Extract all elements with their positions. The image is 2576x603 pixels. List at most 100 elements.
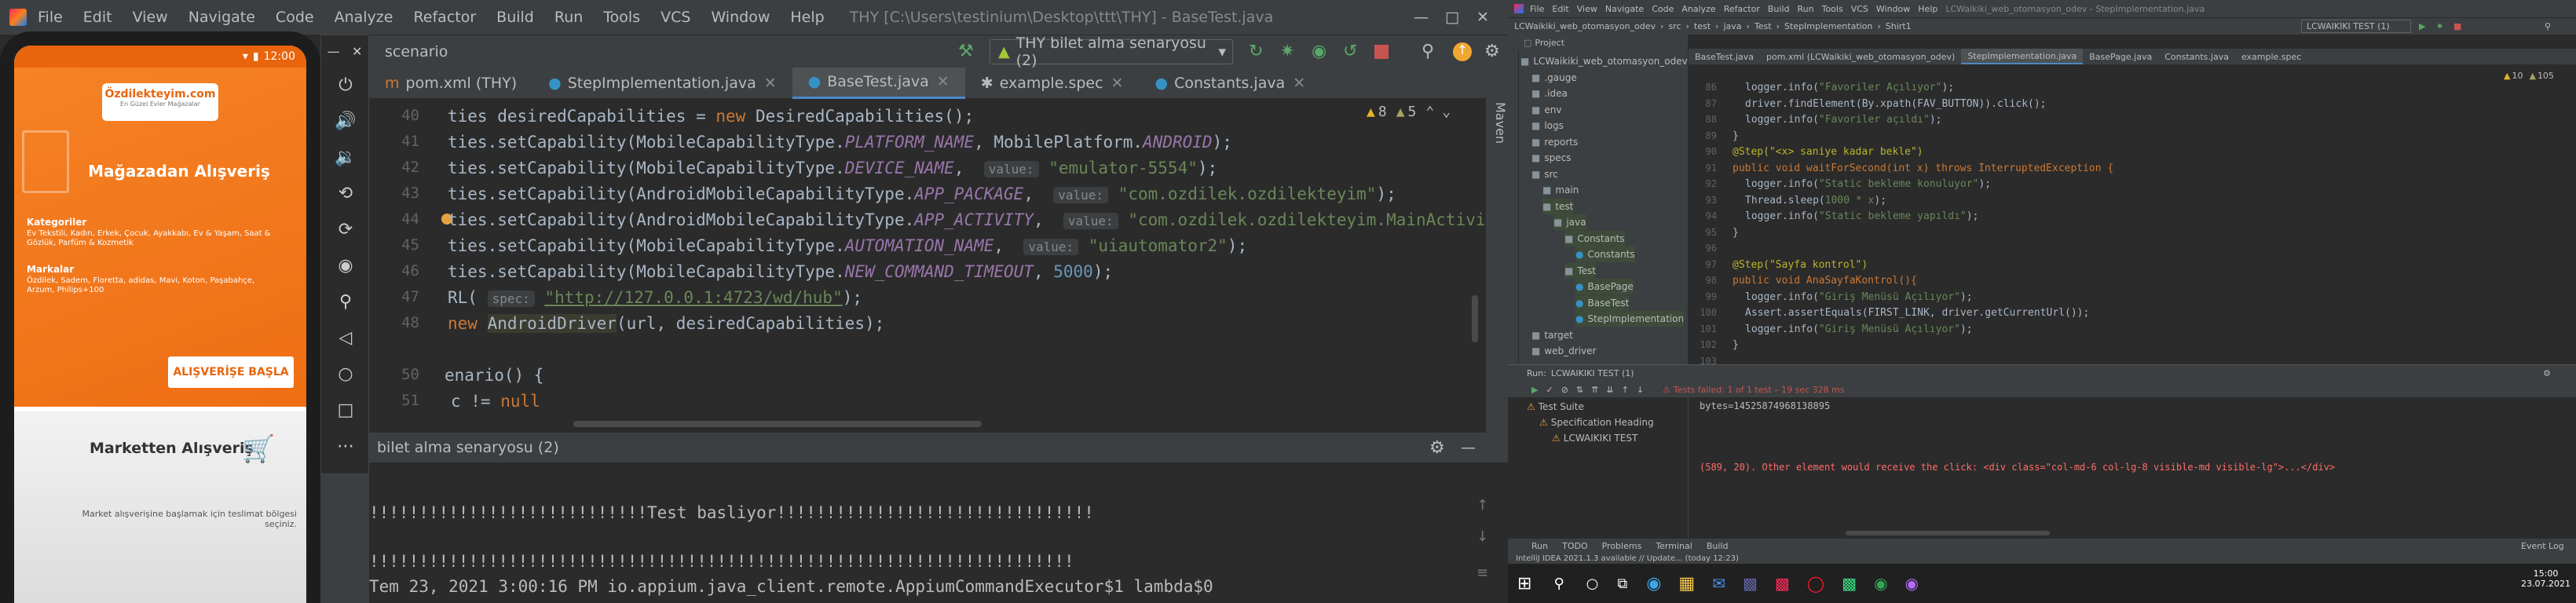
task-view-icon[interactable]: ⧉ [1617,576,1627,592]
tool-tab-todo[interactable]: TODO [1562,541,1588,551]
debug-icon[interactable]: ✷ [1280,42,1294,61]
spec-heading-row[interactable]: ⚠ Specification Heading [1539,415,1654,430]
settings-icon[interactable]: ⚙ [2543,368,2551,378]
tab-example-spec[interactable]: ✱ example.spec ✕ [965,68,1140,99]
tab-step-implementation[interactable]: ● StepImplementation.java ✕ [532,68,792,99]
opera-icon[interactable]: ◯ [1807,574,1824,593]
rotate-left-icon[interactable]: ⟲ [321,175,370,211]
build-icon[interactable]: ⚒ [958,42,974,61]
close-icon[interactable]: ✕ [1293,75,1305,92]
zoom-icon[interactable]: ⚲ [321,283,370,320]
teams-icon[interactable]: ▩ [1743,574,1758,593]
market-card[interactable]: Marketten Alışveriş 🛒 Market alışverişin… [14,411,306,603]
menu-edit[interactable]: Edit [83,9,112,26]
test-tree[interactable]: ⚠ Test Suite ⚠ Specification Heading ⚠ LCWA… [1524,397,1689,539]
rerun-icon[interactable]: ↻ [1249,42,1263,61]
menu-view[interactable]: View [133,9,168,26]
vertical-scrollbar[interactable] [1472,295,1478,342]
more-icon[interactable]: ⋯ [321,428,370,464]
search-icon[interactable]: ⚲ [1422,42,1434,61]
maven-side-tab[interactable]: Maven [1486,94,1508,433]
stop-icon[interactable] [1374,44,1389,59]
show-passed-icon[interactable]: ✓ [1546,385,1553,395]
android-studio-icon[interactable]: ▩ [1842,574,1857,593]
tool-tab-run[interactable]: Run [1531,541,1548,551]
close-icon[interactable]: ✕ [937,73,950,90]
menu-tools[interactable]: Tools [603,9,640,26]
intellij-icon[interactable]: ▩ [1775,574,1790,593]
settings-icon[interactable]: ⚙ [1429,438,1445,458]
test-output[interactable]: bytes=14525874968138895 (589, 20). Other… [1689,397,2560,539]
inspection-widget[interactable]: ▲ 8 ▲ 5 ⌃ ⌄ [1367,104,1451,120]
menu-build[interactable]: Build [496,9,534,26]
run-tab-label[interactable]: bilet alma senaryosu (2) [377,439,559,456]
app-icon[interactable]: ◉ [1905,574,1919,593]
volume-down-icon[interactable]: 🔉 [321,139,370,175]
close-icon[interactable]: ✕ [1111,75,1124,92]
power-icon[interactable]: ⏻ [321,67,370,103]
menu-vcs[interactable]: VCS [660,9,690,26]
event-log-tab[interactable]: Event Log [2521,541,2564,551]
run-tab[interactable]: LCWAIKIKI TEST (1) [1551,368,1634,378]
coverage-icon[interactable]: ◉ [1312,42,1326,61]
expand-all-icon[interactable]: ⇈ [1591,385,1598,395]
search-icon[interactable]: ⚲ [1553,576,1564,592]
minimize-panel-icon[interactable]: — [1461,439,1476,456]
volume-up-icon[interactable]: 🔊 [321,103,370,139]
scroll-down-icon[interactable]: ↓ [1476,528,1488,545]
chevron-down-icon[interactable]: ⌄ [1442,104,1451,120]
chrome-icon[interactable]: ◉ [1874,574,1887,593]
minimize-icon[interactable]: — [327,44,340,59]
phone-screen[interactable]: ▾ ▮ 12:00 Özdilekteyim.com En Güzel Evler … [14,46,306,603]
edge-icon[interactable]: ◉ [1646,574,1661,594]
home-icon[interactable]: ○ [321,356,370,392]
horizontal-scrollbar[interactable] [1846,531,2050,535]
menu-help[interactable]: Help [790,9,824,26]
close-icon[interactable]: ✕ [764,75,777,92]
cortana-icon[interactable]: ○ [1586,576,1599,592]
show-ignored-icon[interactable]: ⊘ [1561,385,1568,395]
mail-icon[interactable]: ✉ [1712,574,1725,593]
tab-base-test[interactable]: ● BaseTest.java ✕ [792,67,965,99]
profile-icon[interactable]: ↺ [1343,42,1357,61]
close-button[interactable]: ✕ [1476,9,1489,26]
collapse-all-icon[interactable]: ⇊ [1606,385,1613,395]
tool-tab-build[interactable]: Build [1707,541,1729,551]
close-icon[interactable]: ✕ [352,44,362,59]
maximize-button[interactable]: □ [1445,9,1459,26]
windows-start-icon[interactable]: ⊞ [1517,574,1531,594]
menu-window[interactable]: Window [711,9,770,26]
camera-icon[interactable]: ◉ [321,247,370,283]
rotate-right-icon[interactable]: ⟳ [321,211,370,247]
down-icon[interactable]: ↓ [1637,385,1644,395]
status-text[interactable]: IntelliJ IDEA 2021.1.3 available // Upda… [1516,554,1739,563]
explorer-icon[interactable]: ▦ [1678,574,1695,594]
chevron-up-icon[interactable]: ⌃ [1425,104,1434,120]
tool-tab-problems[interactable]: Problems [1602,541,1642,551]
scroll-up-icon[interactable]: ↑ [1476,497,1488,513]
start-shopping-button[interactable]: ALIŞVERİŞE BAŞLA [168,356,294,388]
soft-wrap-icon[interactable]: ≡ [1476,565,1488,581]
menu-code[interactable]: Code [276,9,314,26]
tab-constants[interactable]: ● Constants.java ✕ [1139,68,1321,99]
menu-analyze[interactable]: Analyze [335,9,393,26]
rerun-icon[interactable]: ▶ [1531,385,1538,395]
overview-icon[interactable]: □ [321,392,370,428]
run-config-dropdown[interactable]: ▲ THY bilet alma senaryosu (2) ▾ [990,35,1233,69]
update-icon[interactable]: ↑ [1453,42,1472,61]
test-suite-row[interactable]: ⚠ Test Suite [1527,399,1584,415]
minimize-button[interactable]: — [1414,9,1429,26]
back-icon[interactable]: ◁ [321,320,370,356]
menu-navigate[interactable]: Navigate [188,9,255,26]
settings-icon[interactable]: ⚙ [1484,42,1500,61]
clock[interactable]: 15:00 23.07.2021 [2521,568,2571,589]
up-icon[interactable]: ↑ [1622,385,1629,395]
menu-file[interactable]: File [38,9,63,26]
breadcrumb[interactable]: scenario [385,43,448,60]
menu-run[interactable]: Run [554,9,583,26]
horizontal-scrollbar[interactable] [573,421,982,427]
tab-pom-xml[interactable]: m pom.xml (THY) [369,68,532,99]
tool-tab-terminal[interactable]: Terminal [1656,541,1692,551]
sort-icon[interactable]: ⇅ [1576,385,1583,395]
run-console[interactable]: !!!!!!!!!!!!!!!!!!!!!!!!!!!!Test basliyo… [369,462,1461,603]
